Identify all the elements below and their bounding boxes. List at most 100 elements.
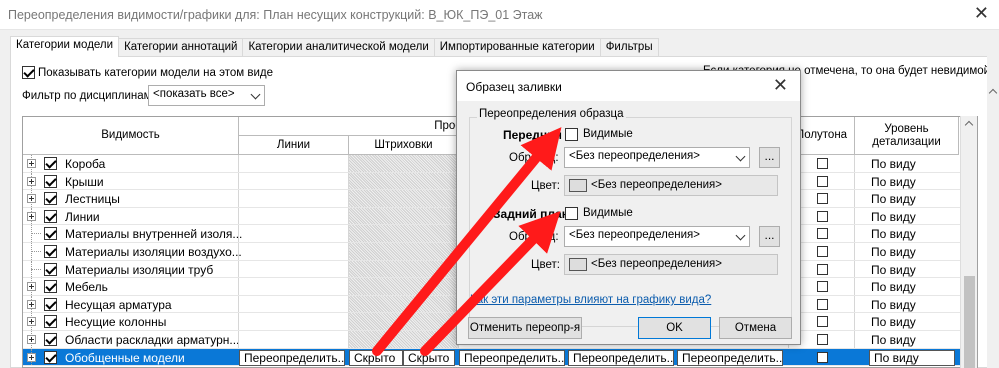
cell-patterns[interactable] (349, 331, 459, 348)
cell-lines[interactable] (239, 313, 349, 330)
tab-analytical-categories[interactable]: Категории аналитической модели (242, 38, 435, 57)
help-link[interactable]: Как эти параметры влияют на графику вида… (470, 294, 711, 306)
group-title: Переопределения образца (477, 108, 626, 120)
show-categories-option[interactable]: Показывать категории модели на этом виде (22, 65, 273, 80)
background-color-button[interactable]: <Без переопределения> (564, 254, 778, 275)
cell-patterns[interactable] (349, 207, 459, 225)
detail-level-value[interactable]: По виду (871, 263, 916, 277)
halftone-checkbox[interactable] (817, 281, 828, 293)
category-visible-checkbox[interactable] (44, 350, 57, 364)
cell-lines[interactable] (239, 172, 349, 190)
expand-icon[interactable] (27, 352, 36, 362)
background-pattern-select[interactable]: <Без переопределения> (564, 226, 750, 247)
halftone-checkbox[interactable] (817, 210, 828, 222)
cell-patterns[interactable] (349, 295, 459, 313)
reset-overrides-button[interactable]: Отменить переопр-я (468, 317, 582, 339)
detail-level-value[interactable]: По виду (871, 157, 916, 171)
cell-lines[interactable] (239, 260, 349, 278)
cancel-button[interactable]: Отмена (719, 317, 792, 339)
detail-level-value[interactable]: По виду (871, 333, 916, 347)
detail-level-value[interactable]: По виду (871, 298, 916, 312)
chevron-down-icon (735, 230, 746, 241)
halftone-checkbox[interactable] (817, 175, 828, 187)
cell-lines[interactable] (239, 243, 349, 260)
halftone-checkbox[interactable] (817, 263, 828, 275)
cell-lines[interactable] (239, 225, 349, 242)
cell-visibility (23, 243, 239, 260)
halftone-checkbox[interactable] (817, 193, 828, 205)
foreground-visible-label: Видимые (583, 128, 633, 140)
pattern-hidden-button[interactable]: Скрыто (349, 349, 403, 366)
scroll-up-icon[interactable] (964, 120, 974, 130)
cell-patterns[interactable] (349, 313, 459, 330)
halftone-checkbox[interactable] (817, 298, 828, 310)
override-button[interactable]: Переопределить... (459, 349, 565, 366)
show-categories-label: Показывать категории модели на этом виде (38, 66, 273, 79)
foreground-visible-checkbox[interactable] (565, 128, 578, 141)
scroll-up-icon[interactable] (988, 88, 998, 98)
grid-scrollbar[interactable] (960, 116, 977, 368)
cell-lines[interactable] (239, 278, 349, 295)
cell-lines[interactable] (239, 155, 349, 172)
cell-visibility (23, 155, 239, 172)
cell-patterns[interactable] (349, 172, 459, 190)
halftone-checkbox[interactable] (817, 351, 828, 363)
window-title: Переопределения видимости/графики для: П… (8, 8, 543, 22)
foreground-pattern-browse-button[interactable]: ... (759, 147, 780, 168)
cell-lines[interactable] (239, 331, 349, 348)
detail-level-value[interactable]: По виду (871, 315, 916, 329)
close-icon[interactable]: ✕ (773, 75, 788, 96)
show-categories-checkbox[interactable] (22, 66, 35, 80)
tab-annotation-categories[interactable]: Категории аннотаций (118, 38, 244, 57)
ok-button[interactable]: OK (638, 317, 711, 339)
discipline-filter-value: <показать все> (153, 88, 235, 100)
detail-level-value[interactable]: По виду (871, 210, 916, 224)
lines-override-button[interactable]: Переопределить... (239, 349, 345, 366)
cell-lines[interactable] (239, 207, 349, 225)
foreground-pattern-select[interactable]: <Без переопределения> (564, 147, 750, 168)
header-lines[interactable]: Линии (239, 136, 349, 155)
cell-lines[interactable] (239, 295, 349, 313)
table-row[interactable]: Обобщенные модели Переопределить... Скрыто… (23, 348, 977, 367)
cell-visibility (23, 190, 239, 207)
tab-model-categories[interactable]: Категории модели (10, 36, 120, 57)
scrollbar-thumb[interactable] (964, 276, 975, 368)
cell-patterns[interactable] (349, 225, 459, 242)
cell-patterns[interactable] (349, 243, 459, 260)
override-button[interactable]: Переопределить... (677, 349, 783, 366)
detail-level-value[interactable]: По виду (871, 245, 916, 259)
background-pattern-browse-button[interactable]: ... (759, 226, 780, 247)
halftone-checkbox[interactable] (817, 228, 828, 240)
halftone-checkbox[interactable] (817, 334, 828, 345)
cell-patterns[interactable] (349, 155, 459, 172)
halftone-checkbox[interactable] (817, 246, 828, 257)
dialog-titlebar: Образец заливки ✕ (457, 71, 800, 101)
override-button[interactable]: Переопределить... (568, 349, 674, 366)
pattern-hidden-button-2[interactable]: Скрыто (403, 349, 455, 366)
cell-visibility (23, 207, 239, 225)
cell-patterns[interactable] (349, 278, 459, 295)
halftone-checkbox[interactable] (817, 158, 828, 169)
discipline-filter-label: Фильтр по дисциплинам: (22, 90, 155, 102)
cell-lines[interactable] (239, 190, 349, 207)
detail-level-value[interactable]: По виду (871, 192, 916, 206)
header-visibility[interactable]: Видимость (23, 117, 239, 155)
cell-patterns[interactable] (349, 260, 459, 278)
detail-level-value[interactable]: По виду (871, 280, 916, 294)
halftone-checkbox[interactable] (817, 316, 828, 328)
header-patterns[interactable]: Штриховки (349, 136, 459, 155)
detail-level-select[interactable]: По виду (869, 349, 955, 366)
close-icon[interactable]: ✕ (974, 3, 989, 24)
discipline-filter-select[interactable]: <показать все> (148, 85, 265, 106)
cell-patterns[interactable] (349, 190, 459, 207)
foreground-color-button[interactable]: <Без переопределения> (564, 175, 778, 196)
window-scrollbar[interactable] (987, 56, 999, 368)
header-detail-level[interactable]: Уровень детализации (855, 117, 959, 155)
background-visible-checkbox[interactable] (565, 207, 578, 220)
cell-visibility (23, 331, 239, 348)
tab-imported-categories[interactable]: Импортированные категории (433, 38, 601, 57)
detail-level-value[interactable]: По виду (871, 175, 916, 189)
background-pattern-label: Образец: (509, 231, 559, 243)
tab-filters[interactable]: Фильтры (599, 38, 659, 57)
detail-level-value[interactable]: По виду (871, 227, 916, 241)
